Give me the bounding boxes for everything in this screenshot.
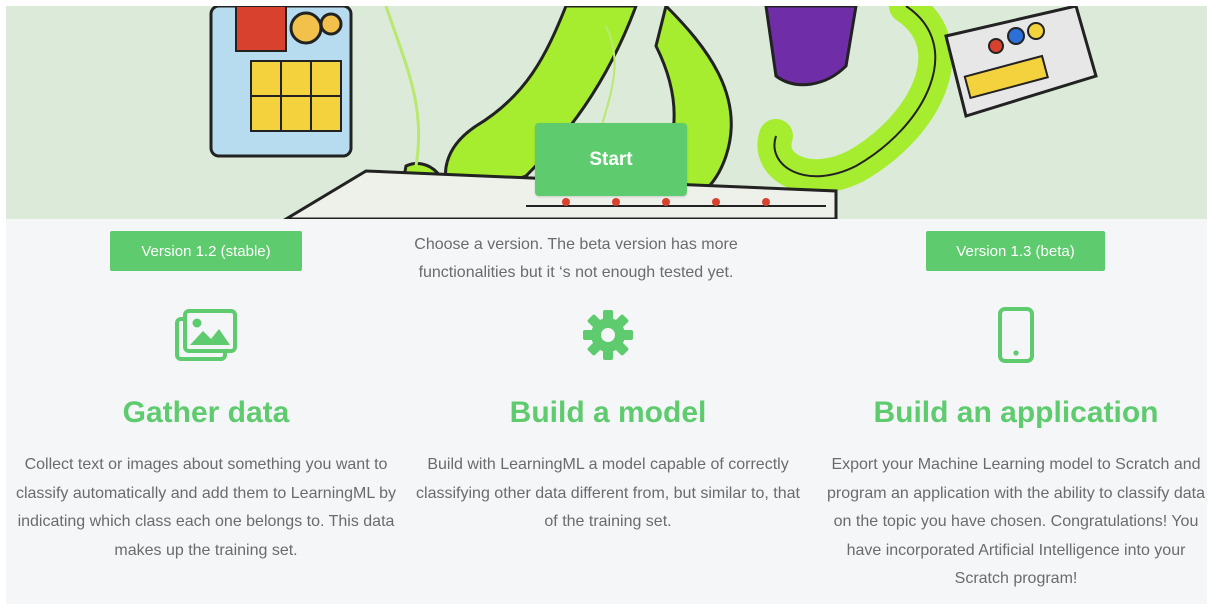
feature-gather-data: Gather data Collect text or images about… xyxy=(9,305,403,565)
mobile-phone-icon xyxy=(819,305,1207,365)
version-beta-button[interactable]: Version 1.3 (beta) xyxy=(926,231,1105,271)
gear-icon xyxy=(411,305,805,365)
feature-title: Build a model xyxy=(509,396,707,429)
feature-build-model: Build a model Build with LearningML a mo… xyxy=(411,305,805,537)
hero-banner: Start xyxy=(6,6,1207,219)
feature-title: Gather data xyxy=(122,396,290,429)
feature-build-application: Build an application Export your Machine… xyxy=(819,305,1207,594)
features-panel: Version 1.2 (stable) Choose a version. T… xyxy=(6,219,1207,604)
control-panel-illustration xyxy=(209,6,353,158)
version-stable-button[interactable]: Version 1.2 (stable) xyxy=(110,231,302,271)
feature-description: Collect text or images about something y… xyxy=(15,456,397,559)
feature-description: Export your Machine Learning model to Sc… xyxy=(827,456,1205,587)
version-note: Choose a version. The beta version has m… xyxy=(414,236,738,281)
gauge-device-illustration xyxy=(944,6,1098,118)
feature-title: Build an application xyxy=(873,396,1159,429)
images-icon xyxy=(9,305,403,365)
feature-description: Build with LearningML a model capable of… xyxy=(416,456,800,530)
start-button[interactable]: Start xyxy=(535,123,687,196)
